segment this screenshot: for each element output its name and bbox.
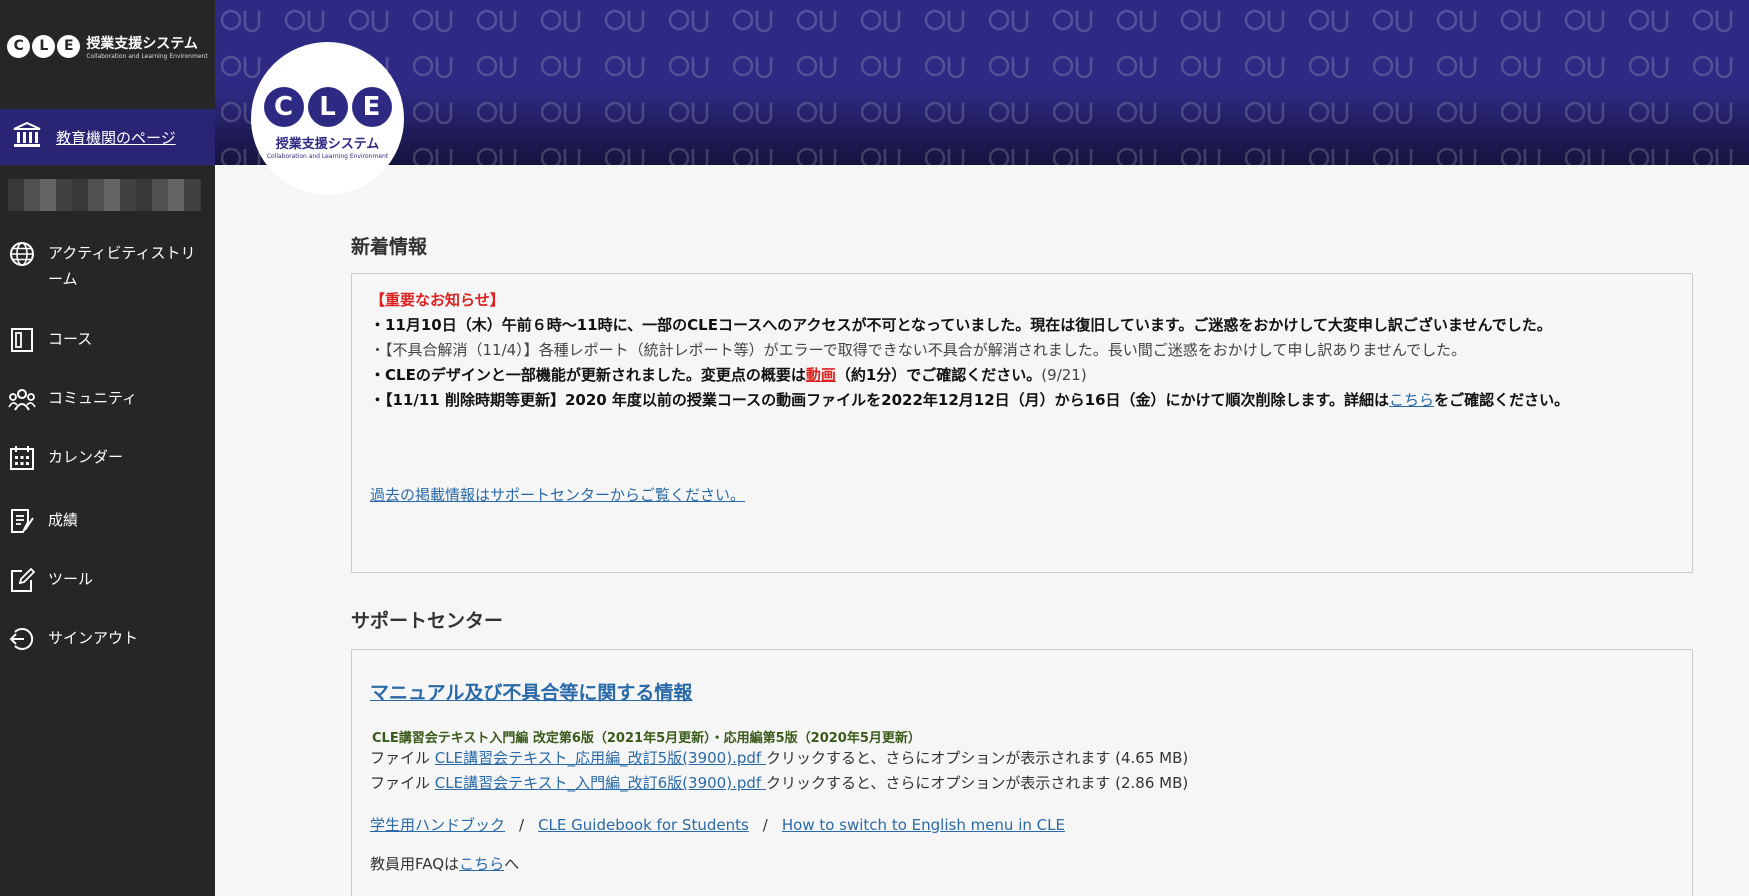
faq-link[interactable]: こちら xyxy=(459,855,504,873)
support-box: マニュアル及び不具合等に関する情報 CLE講習会テキスト入門編 改定第6版（20… xyxy=(351,649,1693,896)
sidebar-item-label: ツール xyxy=(48,570,94,588)
sidebar-item-tools[interactable]: ツール xyxy=(0,566,101,594)
news-text: ・CLEのデザインと一部機能が更新されました。変更点の概要は xyxy=(370,366,806,384)
news-item: ・【不具合解消（11/4）】各種レポート（統計レポート等）がエラーで取得できない… xyxy=(370,341,1467,359)
file-prefix: ファイル xyxy=(370,749,435,767)
cle-logo-jp: 授業支援システム xyxy=(275,137,380,152)
user-name-blurred xyxy=(8,179,201,211)
globe-icon xyxy=(8,240,36,268)
cle-letter: E xyxy=(351,87,392,127)
cle-letter: L xyxy=(307,87,348,127)
news-title: 新着情報 xyxy=(351,236,428,258)
banner-pattern xyxy=(215,0,1749,165)
faq-suffix: へ xyxy=(504,855,520,873)
sidebar: C L E 授業支援システム Collaboration and Learnin… xyxy=(0,0,215,896)
guide-links: 学生用ハンドブック / CLE Guidebook for Students / How… xyxy=(370,814,1188,835)
sidebar-item-calendar[interactable]: カレンダー xyxy=(0,444,131,472)
manual-link[interactable]: マニュアル及び不具合等に関する情報 xyxy=(370,678,1188,705)
cle-logo: C L E 授業支援システム Collaboration and Learnin… xyxy=(251,42,404,195)
header-banner xyxy=(215,0,1749,165)
file-suffix: クリックすると、さらにオプションが表示されます (2.86 MB) xyxy=(765,774,1189,792)
logo-letter: C xyxy=(7,34,31,58)
logo-letter: E xyxy=(57,34,81,58)
sidebar-logo[interactable]: C L E 授業支援システム Collaboration and Learnin… xyxy=(0,0,215,100)
sidebar-item-courses[interactable]: コース xyxy=(0,326,100,354)
file-link[interactable]: CLE講習会テキスト_入門編_改訂6版(3900).pdf xyxy=(435,774,766,792)
support-content: マニュアル及び不具合等に関する情報 CLE講習会テキスト入門編 改定第6版（20… xyxy=(370,678,1188,874)
news-box: 【重要なお知らせ】 ・11月10日（木）午前６時〜11時に、一部のCLEコースへ… xyxy=(351,273,1693,573)
community-icon xyxy=(8,385,36,413)
handbook-link[interactable]: 学生用ハンドブック xyxy=(370,816,505,834)
sidebar-item-label: カレンダー xyxy=(48,448,124,466)
logo-jp: 授業支援システム xyxy=(86,35,198,52)
file-prefix: ファイル xyxy=(370,774,435,792)
institution-page-link[interactable]: 教育機関のページ xyxy=(0,109,215,165)
past-news-link[interactable]: 過去の掲載情報はサポートセンターからご覧ください。 xyxy=(370,484,745,505)
faq-line: 教員用FAQはこちらへ xyxy=(370,853,1188,874)
logo-en: Collaboration and Learning Environment xyxy=(86,52,208,60)
file-item: ファイル CLE講習会テキスト_応用編_改訂5版(3900).pdf クリックす… xyxy=(370,746,1188,771)
sidebar-item-label: アクティビティストリーム xyxy=(48,244,196,288)
faq-prefix: 教員用FAQは xyxy=(370,855,460,873)
separator: / xyxy=(519,816,525,834)
logo-letter: L xyxy=(32,34,56,58)
sidebar-item-grades[interactable]: 成績 xyxy=(0,507,86,535)
guidebook-link[interactable]: CLE Guidebook for Students xyxy=(538,816,749,834)
news-text: をご確認ください。 xyxy=(1434,391,1570,409)
sidebar-item-label: 成績 xyxy=(48,511,79,529)
cle-letters: C L E xyxy=(263,87,392,127)
news-item: ・11月10日（木）午前６時〜11時に、一部のCLEコースへのアクセスが不可とな… xyxy=(370,316,1552,334)
details-link[interactable]: こちら xyxy=(1389,391,1434,409)
grades-icon xyxy=(8,507,36,535)
file-suffix: クリックすると、さらにオプションが表示されます (4.65 MB) xyxy=(765,749,1189,767)
file-item: ファイル CLE講習会テキスト_入門編_改訂6版(3900).pdf クリックす… xyxy=(370,771,1188,796)
institution-icon xyxy=(12,121,42,153)
news-date: (9/21) xyxy=(1041,366,1087,384)
file-link[interactable]: CLE講習会テキスト_応用編_改訂5版(3900).pdf xyxy=(435,749,766,767)
news-list: 【重要なお知らせ】 ・11月10日（木）午前６時〜11時に、一部のCLEコースへ… xyxy=(370,288,1569,413)
course-icon xyxy=(8,326,36,354)
video-link[interactable]: 動画 xyxy=(806,366,836,384)
institution-label: 教育機関のページ xyxy=(56,128,176,147)
important-notice: 【重要なお知らせ】 xyxy=(370,291,505,309)
signout-icon xyxy=(8,625,36,653)
support-title: サポートセンター xyxy=(351,610,504,632)
news-item: ・【11/11 削除時期等更新】2020 年度以前の授業コースの動画ファイルを2… xyxy=(370,388,1569,413)
logo-text: 授業支援システム Collaboration and Learning Envi… xyxy=(86,33,207,60)
cle-logo-en: Collaboration and Learning Environment xyxy=(266,153,389,160)
cle-letter: C xyxy=(263,87,304,127)
tools-icon xyxy=(8,566,36,594)
logo-letters: C L E xyxy=(7,34,81,58)
news-text: ・【11/11 削除時期等更新】2020 年度以前の授業コースの動画ファイルを2… xyxy=(370,391,1390,409)
separator: / xyxy=(762,816,768,834)
news-text: （約1分）でご確認ください。 xyxy=(835,366,1042,384)
text-note: CLE講習会テキスト入門編 改定第6版（2021年5月更新）・応用編第5版（20… xyxy=(372,731,921,746)
news-item: ・CLEのデザインと一部機能が更新されました。変更点の概要は動画（約1分）でご確… xyxy=(370,363,1569,388)
sidebar-item-label: サインアウト xyxy=(48,629,139,647)
calendar-icon xyxy=(8,444,36,472)
sidebar-item-label: コース xyxy=(48,330,93,348)
english-menu-link[interactable]: How to switch to English menu in CLE xyxy=(782,816,1065,834)
sidebar-item-activity-stream[interactable]: アクティビティストリーム xyxy=(0,240,211,292)
sidebar-item-label: コミュニティ xyxy=(48,389,138,407)
sidebar-item-signout[interactable]: サインアウト xyxy=(0,625,146,653)
sidebar-item-community[interactable]: コミュニティ xyxy=(0,385,145,413)
